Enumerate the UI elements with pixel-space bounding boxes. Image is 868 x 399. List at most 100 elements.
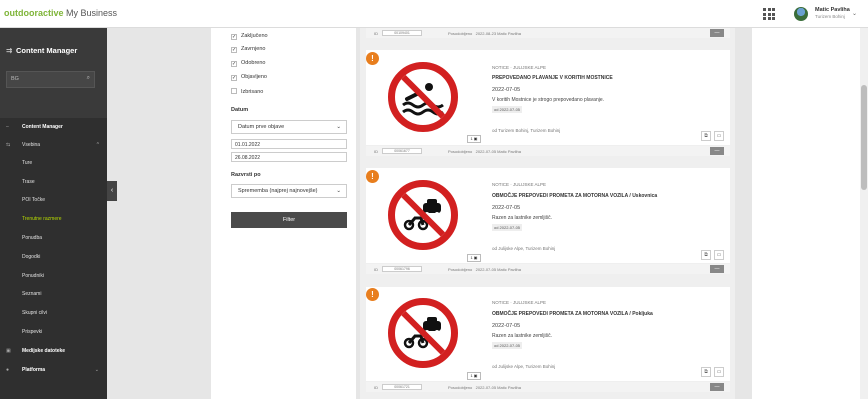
user-name[interactable]: Matic Pavliha [815, 7, 850, 13]
sidebar-item-offers[interactable]: Ponudba [0, 229, 107, 247]
delete-icon[interactable]: ▭ [714, 250, 724, 260]
search-value: BG [11, 76, 19, 82]
checkbox-empty[interactable] [231, 88, 237, 94]
date-type-select[interactable]: Datum prve objave ⌄ [231, 120, 347, 134]
image-count-badge[interactable]: 1 ▣ [467, 372, 481, 380]
sidebar-item-content-manager[interactable]: – Content Manager [0, 118, 107, 136]
item-description: Razen za lastnike zemljišč. [492, 333, 553, 339]
image-count-badge[interactable]: 1 ▣ [467, 254, 481, 262]
date-type-value: Datum prve objave [238, 124, 285, 130]
sidebar-item-label: Platforma [22, 367, 46, 373]
sidebar-title: ⇉ Content Manager [6, 46, 77, 55]
copy-icon[interactable]: ⧉ [701, 250, 711, 260]
search-icon[interactable]: ⌕ [87, 75, 90, 82]
apps-grid-icon[interactable] [763, 8, 775, 20]
sidebar-item-media[interactable]: ▣ Medijske datoteke [0, 342, 107, 360]
item-menu-button[interactable]: — [710, 383, 724, 391]
top-bar: outdooractive My Business Matic Pavliha … [0, 0, 868, 28]
item-modified: Posodobljeno 2022-07-05 Matic Pavliha [448, 385, 521, 390]
sidebar-item-platform[interactable]: ● Platforma ⌄ [0, 361, 107, 379]
item-meta-bar: ID 00061721 Posodobljeno 2022-07-05 Mati… [366, 382, 730, 392]
item-category: NOTICE · JULIJSKE ALPE [492, 300, 547, 305]
filter-button[interactable]: Filter [231, 212, 347, 228]
delete-icon[interactable]: ▭ [714, 131, 724, 141]
search-input[interactable]: BG ⌕ [6, 71, 95, 88]
modified-label: Posodobljeno [448, 385, 473, 390]
sidebar: ⇉ Content Manager BG ⌕ – Content Manager ⇆… [0, 28, 107, 399]
sidebar-item-trase[interactable]: Trase [0, 173, 107, 191]
checkbox-check-icon[interactable]: ✓ [231, 47, 237, 53]
checkbox-label: Zaključeno [241, 33, 268, 39]
no-motor-vehicles-sign-image[interactable] [388, 298, 458, 368]
delete-icon[interactable]: ▭ [714, 367, 724, 377]
item-modified: Posodobljeno 2022-07-05 Matic Pavliha [448, 267, 521, 272]
media-icon: ▣ [6, 348, 11, 354]
checkbox-objavljeno[interactable]: ✓ Objavljeno [231, 74, 267, 83]
item-title[interactable]: PREPOVEDANO PLAVANJE V KORITIH MOSTNICE [492, 75, 613, 81]
sidebar-item-poi[interactable]: POI Točke [0, 191, 107, 209]
page-scrollbar[interactable] [860, 28, 868, 399]
brand-product: My Business [63, 8, 118, 18]
sidebar-item-label: POI Točke [22, 197, 45, 203]
sidebar-item-ture[interactable]: Ture [0, 154, 107, 172]
avatar[interactable] [794, 7, 808, 21]
sidebar-item-label: Content Manager [22, 124, 63, 130]
item-id[interactable]: 00061677 [382, 147, 422, 154]
sidebar-item-providers[interactable]: Ponudniki [0, 267, 107, 285]
item-id[interactable]: 00109401 [382, 29, 422, 36]
sidebar-item-label: Skupni cilvi [22, 310, 48, 316]
item-menu-button[interactable]: — [710, 265, 724, 273]
modified-label: Posodobljeno [448, 267, 473, 272]
date-to-value: 26.08.2022 [235, 154, 261, 161]
item-title[interactable]: OBMOČJE PREPOVEDI PROMETA ZA MOTORNA VOZ… [492, 311, 653, 317]
item-menu-button[interactable]: — [710, 147, 724, 155]
checkbox-zakljuceno[interactable]: ✓ Zaključeno [231, 33, 268, 42]
checkbox-zavrnjeno[interactable]: ✓ Zavrnjeno [231, 46, 265, 55]
copy-icon[interactable]: ⧉ [701, 367, 711, 377]
image-count-badge[interactable]: 1 ▣ [467, 135, 481, 143]
item-date-tag: od 2022-07-05 [492, 224, 523, 231]
modified-value: 2022-08-23 Matic Pavliha [475, 31, 521, 36]
sort-select[interactable]: Sprememba (najprej najnovejše) ⌄ [231, 184, 347, 198]
sidebar-item-contributions[interactable]: Prispevki [0, 323, 107, 341]
item-title[interactable]: OBMOČJE PREPOVEDI PROMETA ZA MOTORNA VOZ… [492, 193, 657, 199]
sidebar-item-events[interactable]: Dogodki [0, 248, 107, 266]
checkbox-odobreno[interactable]: ✓ Odobreno [231, 60, 265, 69]
sidebar-collapse-button[interactable]: ‹ [107, 181, 117, 201]
modified-label: Posodobljeno [448, 149, 473, 154]
warning-icon: ! [366, 288, 379, 301]
sidebar-item-conditions[interactable]: Trenutne razmere [0, 210, 107, 228]
no-motor-vehicles-sign-image[interactable] [388, 180, 458, 250]
brand-logo[interactable]: outdooractive My Business [4, 8, 117, 18]
item-menu-button[interactable]: — [710, 29, 724, 37]
checkbox-label: Izbrisano [241, 89, 264, 95]
no-swimming-sign-image[interactable] [388, 62, 458, 132]
item-id[interactable]: 00061796 [382, 265, 422, 272]
checkbox-check-icon[interactable]: ✓ [231, 75, 237, 81]
sidebar-item-vsebina[interactable]: ⇆ Vsebina ^ [0, 136, 107, 154]
item-modified: Posodobljeno 2022-08-23 Matic Pavliha [448, 31, 521, 36]
warning-icon: ! [366, 52, 379, 65]
sidebar-item-common-goals[interactable]: Skupni cilvi [0, 304, 107, 322]
date-to-input[interactable]: 26.08.2022 [231, 152, 347, 162]
item-source: od Julijske Alpe, Turizem Bohinj [492, 364, 556, 369]
sidebar-item-label: Ponudba [22, 235, 43, 241]
item-date: 2022-07-05 [492, 323, 521, 329]
item-date-tag: od 2022-07-05 [492, 342, 523, 349]
item-date-tag: od 2022-07-05 [492, 106, 523, 113]
sidebar-item-lists[interactable]: Seznami [0, 285, 107, 303]
checkbox-check-icon[interactable]: ✓ [231, 34, 237, 40]
date-from-input[interactable]: 01.01.2022 [231, 139, 347, 149]
copy-icon[interactable]: ⧉ [701, 131, 711, 141]
modified-value: 2022-07-05 Matic Pavliha [475, 149, 521, 154]
item-id[interactable]: 00061721 [382, 383, 422, 390]
checkbox-check-icon[interactable]: ✓ [231, 61, 237, 67]
scrollbar-thumb[interactable] [861, 85, 867, 190]
checkbox-izbrisano[interactable]: Izbrisano [231, 88, 263, 97]
chevron-down-icon[interactable]: ⌄ [852, 10, 857, 17]
checkbox-label: Zavrnjeno [241, 46, 266, 52]
sidebar-item-label: Trase [22, 179, 35, 185]
sidebar-item-label: Trenutne razmere [22, 216, 62, 222]
item-description: Razen za lastnike zemljišč. [492, 215, 553, 221]
checkbox-label: Odobreno [241, 60, 266, 66]
